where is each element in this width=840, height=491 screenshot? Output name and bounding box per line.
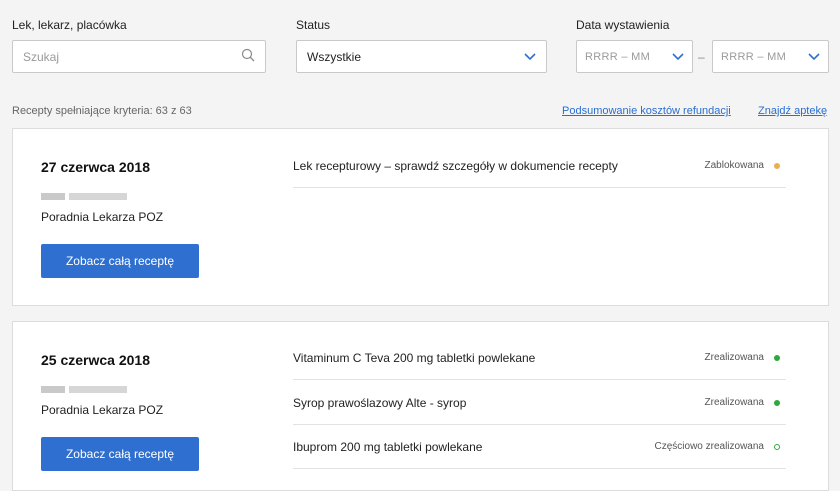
date-from-placeholder: RRRR – MM — [585, 50, 651, 63]
medication-row[interactable]: Vitaminum C Teva 200 mg tabletki powleka… — [293, 336, 786, 380]
status-text: Zrealizowana — [704, 397, 764, 408]
date-to-select[interactable]: RRRR – MM — [712, 40, 829, 73]
view-prescription-button[interactable]: Zobacz całą receptę — [41, 437, 199, 471]
refund-summary-link[interactable]: Podsumowanie kosztów refundacji — [562, 105, 731, 117]
medication-row[interactable]: Ibuprom 200 mg tabletki powlekane Części… — [293, 425, 786, 469]
search-icon[interactable] — [241, 48, 255, 65]
medication-row[interactable]: Lek recepturowy – sprawdź szczegóły w do… — [293, 144, 786, 188]
prescription-card: 27 czerwca 2018 Poradnia Lekarza POZ Zob… — [12, 128, 829, 306]
status-text: Częściowo zrealizowana — [654, 441, 765, 452]
search-placeholder: Szukaj — [23, 49, 60, 64]
date-range-separator: – — [698, 50, 705, 64]
doctor-name-redacted — [41, 193, 127, 200]
view-prescription-button[interactable]: Zobacz całą receptę — [41, 244, 199, 278]
search-label: Lek, lekarz, placówka — [12, 18, 127, 32]
chevron-down-icon — [524, 50, 536, 64]
status-badge: Zrealizowana — [705, 352, 786, 363]
search-input[interactable]: Szukaj — [12, 40, 266, 73]
results-count: Recepty spełniające kryteria: 63 z 63 — [12, 105, 192, 117]
status-badge: Zablokowana — [705, 160, 786, 171]
prescription-card: 25 czerwca 2018 Poradnia Lekarza POZ Zob… — [12, 321, 829, 491]
date-from-select[interactable]: RRRR – MM — [576, 40, 693, 73]
status-text: Zrealizowana — [704, 352, 764, 363]
medication-name: Ibuprom 200 mg tabletki powlekane — [293, 439, 483, 454]
status-dot-icon — [774, 354, 780, 361]
date-label: Data wystawienia — [576, 18, 670, 32]
status-dot-icon — [774, 399, 780, 406]
status-dot-icon — [774, 443, 780, 450]
status-value: Wszystkie — [307, 49, 361, 64]
status-label: Status — [296, 18, 331, 32]
status-dot-icon — [774, 162, 780, 169]
medication-name: Syrop prawoślazowy Alte - syrop — [293, 395, 467, 410]
chevron-down-icon — [808, 50, 820, 64]
medication-row[interactable]: Syrop prawoślazowy Alte - syrop Zrealizo… — [293, 381, 786, 425]
find-pharmacy-link[interactable]: Znajdź aptekę — [758, 105, 827, 117]
status-badge: Częściowo zrealizowana — [655, 441, 787, 452]
facility-name: Poradnia Lekarza POZ — [41, 210, 164, 224]
date-to-placeholder: RRRR – MM — [721, 50, 787, 63]
medication-name: Lek recepturowy – sprawdź szczegóły w do… — [293, 158, 618, 173]
status-select[interactable]: Wszystkie — [296, 40, 547, 73]
medication-name: Vitaminum C Teva 200 mg tabletki powleka… — [293, 350, 536, 365]
prescription-date: 25 czerwca 2018 — [41, 352, 150, 368]
status-text: Zablokowana — [704, 160, 764, 171]
doctor-name-redacted — [41, 386, 127, 393]
status-badge: Zrealizowana — [705, 397, 786, 408]
facility-name: Poradnia Lekarza POZ — [41, 403, 164, 417]
prescription-date: 27 czerwca 2018 — [41, 159, 150, 175]
chevron-down-icon — [672, 50, 684, 64]
